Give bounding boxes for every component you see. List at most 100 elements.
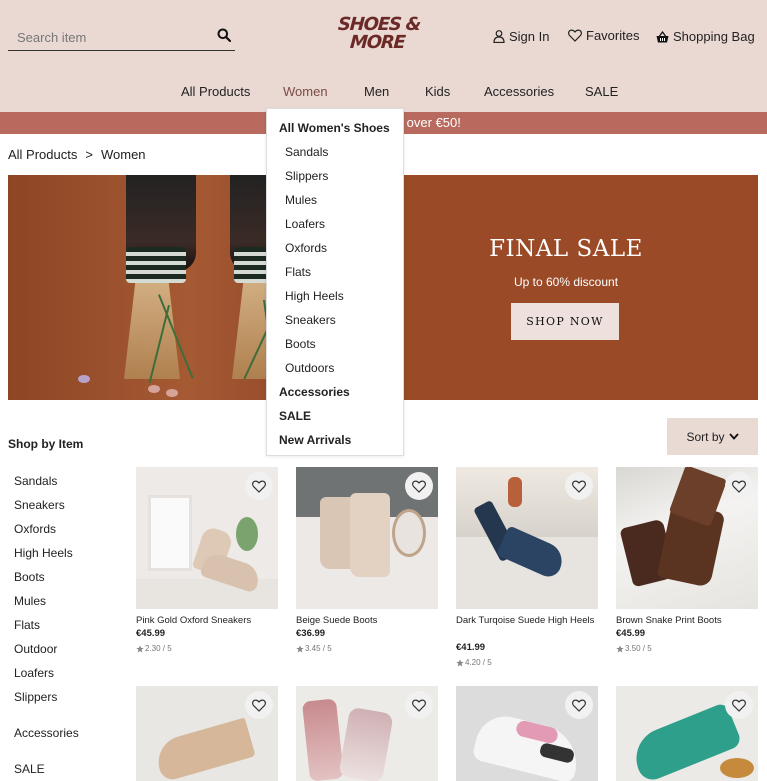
plant-prop [236, 517, 258, 551]
sort-label: Sort by [686, 429, 725, 444]
dropdown-item-high-heels[interactable]: High Heels [285, 289, 344, 303]
nav-women[interactable]: Women [283, 84, 328, 99]
sidebar-item-flats[interactable]: Flats [14, 618, 40, 632]
product-name[interactable]: Dark Turqoise Suede High Heels [456, 614, 596, 628]
dropdown-item-sneakers[interactable]: Sneakers [285, 313, 336, 327]
sidebar-item-outdoor[interactable]: Outdoor [14, 642, 57, 656]
heart-icon [572, 480, 586, 493]
flower [166, 389, 178, 397]
sign-in-button[interactable]: Sign In [493, 29, 549, 44]
sidebar-title: Shop by Item [8, 437, 84, 451]
sidebar-item-sneakers[interactable]: Sneakers [14, 498, 65, 512]
favorite-button[interactable] [725, 691, 753, 719]
sort-button[interactable]: Sort by [667, 418, 758, 455]
heel-shape [301, 698, 345, 781]
sidebar-item-high-heels[interactable]: High Heels [14, 546, 73, 560]
favorite-button[interactable] [405, 691, 433, 719]
hero-title: FINAL SALE [489, 236, 643, 262]
mirror-prop [392, 509, 426, 557]
sidebar-item-oxfords[interactable]: Oxfords [14, 522, 56, 536]
product-image[interactable] [456, 686, 598, 781]
nav-all-products[interactable]: All Products [181, 84, 250, 99]
heart-icon [732, 480, 746, 493]
nav-men[interactable]: Men [364, 84, 389, 99]
nav-sale[interactable]: SALE [585, 84, 618, 99]
heart-icon [568, 29, 582, 42]
sidebar-item-mules[interactable]: Mules [14, 594, 46, 608]
heart-icon [412, 699, 426, 712]
sidebar-item-sale[interactable]: SALE [14, 762, 45, 776]
star-icon [616, 644, 624, 653]
dropdown-item-loafers[interactable]: Loafers [285, 217, 325, 231]
dropdown-all-womens-shoes[interactable]: All Women's Shoes [279, 121, 390, 135]
product-image[interactable] [136, 467, 278, 609]
heel-shape [338, 706, 394, 781]
favorite-button[interactable] [565, 472, 593, 500]
dropdown-item-flats[interactable]: Flats [285, 265, 311, 279]
shop-now-button[interactable]: SHOP NOW [511, 303, 619, 340]
dropdown-item-new-arrivals[interactable]: New Arrivals [279, 433, 351, 447]
favorite-button[interactable] [245, 691, 273, 719]
product-image[interactable] [296, 467, 438, 609]
dropdown-item-sandals[interactable]: Sandals [285, 145, 328, 159]
breadcrumb-all-products[interactable]: All Products [8, 147, 77, 162]
star-icon [296, 644, 304, 653]
product-name[interactable]: Brown Snake Print Boots [616, 614, 756, 628]
product-name[interactable]: Pink Gold Oxford Sneakers [136, 614, 276, 628]
product-rating: 3.45 / 5 [296, 644, 332, 653]
star-icon [456, 658, 464, 667]
shopping-bag-label: Shopping Bag [673, 29, 755, 44]
boot-shape [350, 493, 390, 577]
dropdown-item-oxfords[interactable]: Oxfords [285, 241, 327, 255]
search-input[interactable]: Search item [8, 22, 235, 51]
women-dropdown-menu: All Women's Shoes Sandals Slippers Mules… [266, 108, 404, 456]
sidebar-item-accessories[interactable]: Accessories [14, 726, 79, 740]
nav-kids[interactable]: Kids [425, 84, 450, 99]
dropdown-item-boots[interactable]: Boots [285, 337, 316, 351]
product-price: €36.99 [296, 628, 326, 639]
favorite-button[interactable] [725, 472, 753, 500]
dropdown-item-mules[interactable]: Mules [285, 193, 317, 207]
heart-icon [412, 480, 426, 493]
sidebar-item-boots[interactable]: Boots [14, 570, 45, 584]
favorite-button[interactable] [405, 472, 433, 500]
breadcrumb-women: Women [100, 147, 146, 162]
sign-in-label: Sign In [509, 29, 550, 44]
logo[interactable]: SHOES & MORE [337, 14, 428, 60]
product-name[interactable]: Beige Suede Boots [296, 614, 436, 628]
product-image[interactable] [616, 467, 758, 609]
dropdown-item-slippers[interactable]: Slippers [285, 169, 328, 183]
product-rating-value: 2.30 / 5 [145, 644, 172, 653]
hand-prop [508, 477, 522, 507]
sidebar-item-loafers[interactable]: Loafers [14, 666, 54, 680]
product-price: €41.99 [456, 642, 486, 653]
product-price: €45.99 [616, 628, 646, 639]
dropdown-item-accessories[interactable]: Accessories [279, 385, 350, 399]
flower [148, 385, 160, 393]
dropdown-item-outdoors[interactable]: Outdoors [285, 361, 334, 375]
sidebar-item-slippers[interactable]: Slippers [14, 690, 57, 704]
heart-icon [252, 699, 266, 712]
product-image[interactable] [136, 686, 278, 781]
favorite-button[interactable] [565, 691, 593, 719]
product-image[interactable] [456, 467, 598, 609]
search-icon[interactable] [217, 28, 231, 42]
favorites-label: Favorites [586, 28, 640, 43]
shopping-bag-button[interactable]: Shopping Bag [656, 29, 755, 44]
product-image[interactable] [616, 686, 758, 781]
heart-icon [572, 699, 586, 712]
search-placeholder: Search item [17, 30, 87, 45]
product-image[interactable] [296, 686, 438, 781]
hero-subtitle: Up to 60% discount [513, 275, 619, 289]
star-icon [136, 644, 144, 653]
sidebar-item-sandals[interactable]: Sandals [14, 474, 57, 488]
nav-accessories[interactable]: Accessories [484, 84, 554, 99]
dropdown-item-sale[interactable]: SALE [279, 409, 311, 423]
favorites-button[interactable]: Favorites [568, 28, 639, 43]
user-icon [493, 30, 505, 43]
flower [78, 375, 90, 383]
product-rating: 3.50 / 5 [616, 644, 652, 653]
frame-prop [148, 495, 192, 571]
favorite-button[interactable] [245, 472, 273, 500]
prop [720, 758, 754, 778]
